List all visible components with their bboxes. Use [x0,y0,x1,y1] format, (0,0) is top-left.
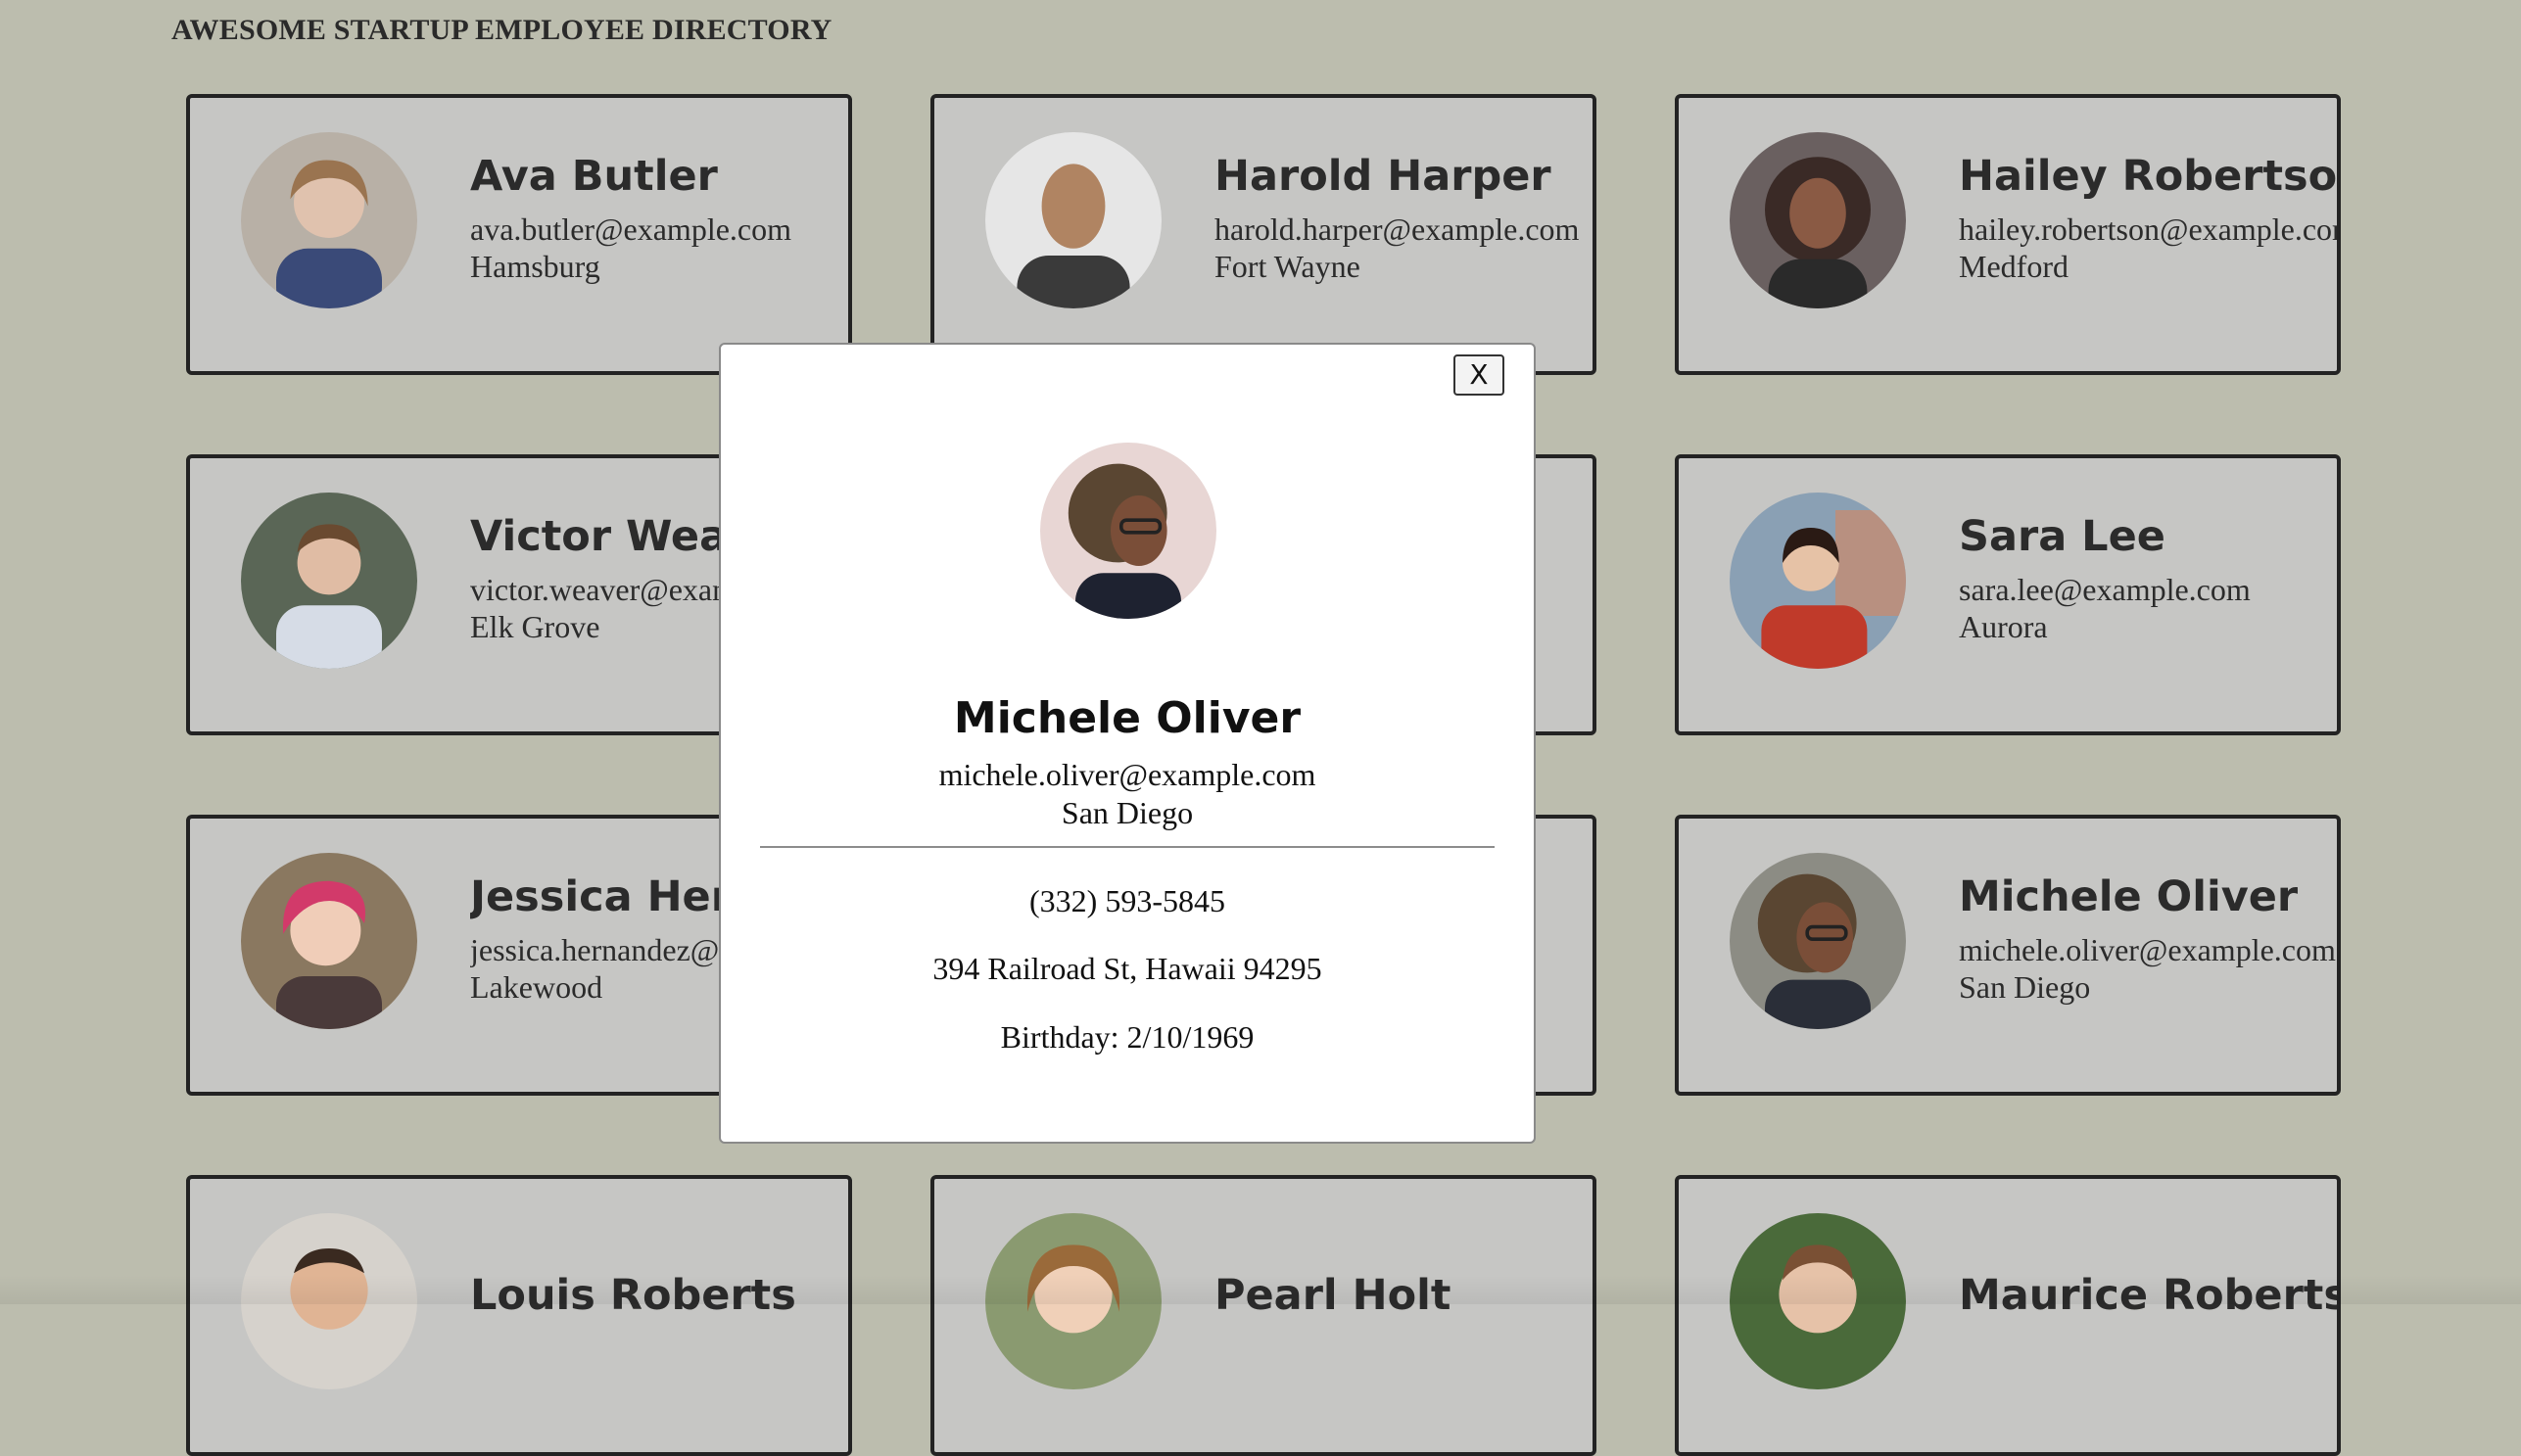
employee-name: Michele Oliver [1959,874,2299,922]
avatar [241,852,417,1029]
employee-name: Sara Lee [1959,514,2165,562]
employee-card[interactable]: Harold Harper harold.harper@example.com … [930,94,1596,375]
employee-city: Medford [1959,249,2069,285]
modal-employee-email: michele.oliver@example.com [938,757,1316,792]
avatar [1730,131,1906,308]
employee-city: Aurora [1959,609,2048,645]
avatar [1730,492,1906,669]
employee-name: Hailey Robertson [1959,154,2337,202]
employee-name: Harold Harper [1214,154,1551,202]
employee-email: hailey.robertson@example.com [1959,211,2337,247]
employee-card[interactable]: Hailey Robertson hailey.robertson@exampl… [1675,94,2341,375]
employee-city: San Diego [1959,969,2091,1006]
employee-card[interactable]: Pearl Holt [930,1175,1596,1456]
employee-card[interactable]: Sara Lee sara.lee@example.com Aurora [1675,454,2341,735]
modal-employee-name: Michele Oliver [953,693,1302,743]
employee-card[interactable]: Maurice Roberts [1675,1175,2341,1456]
employee-detail-modal: X Michele Oliver michele.oliver@example.… [719,343,1536,1144]
employee-email: harold.harper@example.com [1214,211,1580,247]
bottom-shade [0,1275,2521,1304]
page-title: AWESOME STARTUP EMPLOYEE DIRECTORY [171,14,832,46]
modal-employee-city: San Diego [1061,795,1194,830]
employee-card[interactable]: Michele Oliver michele.oliver@example.co… [1675,815,2341,1096]
modal-employee-address: 394 Railroad St, Hawaii 94295 [932,951,1322,986]
modal-divider [760,846,1495,848]
avatar [1730,852,1906,1029]
avatar [241,492,417,669]
employee-email: michele.oliver@example.com [1959,931,2336,967]
employee-city: Hamsburg [470,249,600,285]
employee-card[interactable]: Louis Roberts [186,1175,852,1456]
employee-city: Fort Wayne [1214,249,1360,285]
modal-avatar [1040,443,1216,619]
employee-card[interactable]: Ava Butler ava.butler@example.com Hamsbu… [186,94,852,375]
employee-email: sara.lee@example.com [1959,571,2251,607]
close-button[interactable]: X [1453,354,1504,396]
employee-email: ava.butler@example.com [470,211,791,247]
avatar [985,131,1162,308]
modal-employee-phone: (332) 593-5845 [1029,883,1225,918]
modal-employee-birthday: Birthday: 2/10/1969 [1000,1019,1255,1055]
avatar [241,131,417,308]
employee-name: Ava Butler [470,154,718,202]
